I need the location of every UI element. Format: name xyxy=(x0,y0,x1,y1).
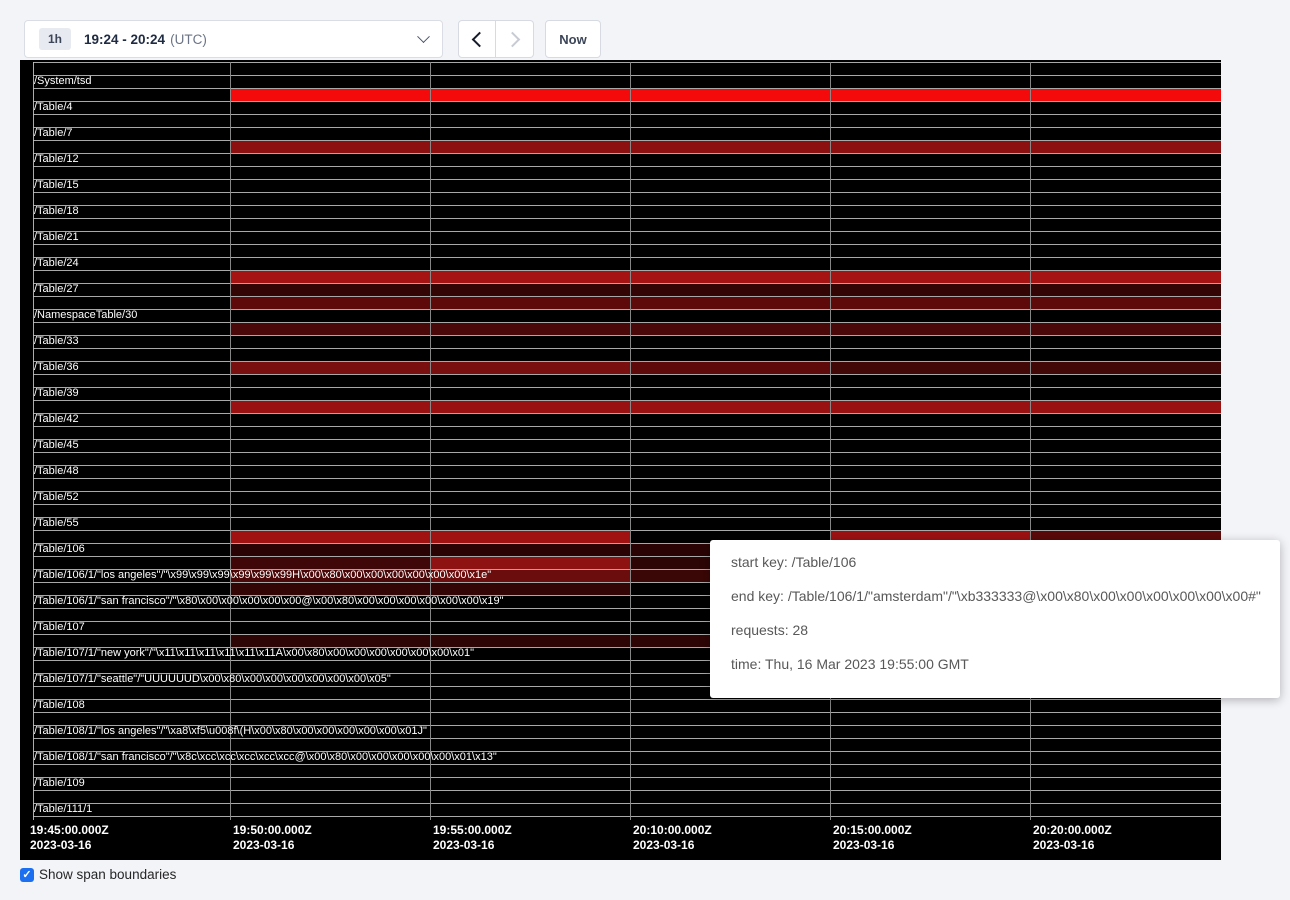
keyvis-row-label: /Table/106 xyxy=(34,543,85,556)
keyvis-row-label: /Table/42 xyxy=(34,413,79,426)
keyvis-row-label: /Table/12 xyxy=(34,153,79,166)
tooltip-requests: requests: 28 xyxy=(731,620,1266,641)
chevron-right-icon xyxy=(505,31,521,47)
chevron-left-icon xyxy=(471,31,487,47)
caret-down-icon xyxy=(417,30,430,43)
keyvis-row-label: /Table/107/1/"seattle"/"UUUUUUD\x00\x80\… xyxy=(34,673,391,686)
keyvis-axis-tick: 20:15:00.000Z2023-03-16 xyxy=(833,823,912,853)
keyvis-band xyxy=(230,323,1221,335)
keyvis-band xyxy=(430,557,630,569)
keyvis-tooltip: start key: /Table/106 end key: /Table/10… xyxy=(710,540,1280,698)
axis-tick-date: 2023-03-16 xyxy=(633,838,712,853)
keyvis-row-label: /Table/36 xyxy=(34,361,79,374)
keyvis-band xyxy=(230,401,1221,413)
axis-tick-time: 19:55:00.000Z xyxy=(433,823,512,838)
keyvis-time-gridline xyxy=(230,62,231,820)
keyvis-row-label: /Table/45 xyxy=(34,439,79,452)
axis-tick-date: 2023-03-16 xyxy=(1033,838,1112,853)
time-range-text: 19:24 - 20:24 xyxy=(84,32,165,47)
time-nav-group xyxy=(458,20,534,58)
tooltip-end-key: end key: /Table/106/1/"amsterdam"/"\xb33… xyxy=(731,586,1266,607)
keyvis-row-label: /Table/108/1/"san francisco"/"\x8c\xcc\x… xyxy=(34,751,497,764)
next-range-button[interactable] xyxy=(496,20,534,58)
time-range-selector[interactable]: 1h 19:24 - 20:24 (UTC) xyxy=(24,20,443,58)
keyvis-band xyxy=(230,271,1221,283)
tooltip-start-key: start key: /Table/106 xyxy=(731,552,1266,573)
keyvis-axis-tick: 19:55:00.000Z2023-03-16 xyxy=(433,823,512,853)
keyvis-time-gridline xyxy=(830,62,831,820)
keyvis-axis-tick: 19:45:00.000Z2023-03-16 xyxy=(30,823,109,853)
keyvis-row-label: /Table/4 xyxy=(34,101,73,114)
keyvis-row-label: /Table/15 xyxy=(34,179,79,192)
now-button[interactable]: Now xyxy=(545,20,601,58)
keyvis-axis-tick: 20:10:00.000Z2023-03-16 xyxy=(633,823,712,853)
axis-tick-time: 20:20:00.000Z xyxy=(1033,823,1112,838)
axis-tick-time: 20:15:00.000Z xyxy=(833,823,912,838)
keyvis-row-label: /Table/108 xyxy=(34,699,85,712)
checkmark-icon: ✓ xyxy=(22,868,31,882)
keyvis-band xyxy=(230,557,430,569)
keyvis-band xyxy=(830,362,1221,374)
axis-tick-time: 19:50:00.000Z xyxy=(233,823,312,838)
keyvis-row-label: /Table/24 xyxy=(34,257,79,270)
axis-tick-date: 2023-03-16 xyxy=(233,838,312,853)
keyvis-row-label: /Table/33 xyxy=(34,335,79,348)
keyvis-band xyxy=(230,89,1221,101)
keyvis-row-label: /Table/21 xyxy=(34,231,79,244)
keyvis-row-label: /Table/7 xyxy=(34,127,73,140)
axis-tick-date: 2023-03-16 xyxy=(833,838,912,853)
time-preset-badge: 1h xyxy=(39,28,71,50)
axis-tick-date: 2023-03-16 xyxy=(30,838,109,853)
keyvis-row-label: /Table/107/1/"new york"/"\x11\x11\x11\x1… xyxy=(34,647,474,660)
keyvis-row-label: /Table/106/1/"san francisco"/"\x80\x00\x… xyxy=(34,595,504,608)
keyvis-band xyxy=(230,284,1221,296)
axis-tick-time: 20:10:00.000Z xyxy=(633,823,712,838)
keyvis-time-gridline xyxy=(630,62,631,820)
keyvis-row-label: /Table/109 xyxy=(34,777,85,790)
keyvis-time-gridline xyxy=(430,62,431,820)
previous-range-button[interactable] xyxy=(458,20,496,58)
keyvis-row-label: /Table/108/1/"los angeles"/"\xa8\xf5\u00… xyxy=(34,725,427,738)
timezone-text: (UTC) xyxy=(170,32,207,47)
keyvis-row-label: /Table/27 xyxy=(34,283,79,296)
keyvis-band xyxy=(230,297,1221,309)
keyvis-row-label: /Table/106/1/"los angeles"/"\x99\x99\x99… xyxy=(34,569,491,582)
keyvis-row-label: /Table/111/1 xyxy=(34,803,92,816)
keyvis-row-label: /Table/55 xyxy=(34,517,79,530)
keyvis-axis-tick: 20:20:00.000Z2023-03-16 xyxy=(1033,823,1112,853)
axis-tick-date: 2023-03-16 xyxy=(433,838,512,853)
keyvis-band xyxy=(230,141,1221,153)
keyvis-band xyxy=(630,362,830,374)
tooltip-time: time: Thu, 16 Mar 2023 19:55:00 GMT xyxy=(731,654,1266,675)
keyvis-axis-tick: 19:50:00.000Z2023-03-16 xyxy=(233,823,312,853)
keyvis-time-gridline xyxy=(1030,62,1031,820)
keyvis-row-label: /NamespaceTable/30 xyxy=(34,309,137,322)
span-boundaries-label: Show span boundaries xyxy=(39,867,176,882)
keyvis-row-gridlines xyxy=(33,62,1221,817)
keyvis-row-label: /Table/39 xyxy=(34,387,79,400)
keyvis-row-label: /Table/107 xyxy=(34,621,85,634)
keyvis-row-label: /Table/18 xyxy=(34,205,79,218)
span-boundaries-row: ✓ Show span boundaries xyxy=(20,867,176,882)
span-boundaries-checkbox[interactable]: ✓ xyxy=(20,868,34,882)
keyvis-row-label: /Table/52 xyxy=(34,491,79,504)
keyvis-row-label: /Table/48 xyxy=(34,465,79,478)
keyvis-row-label: /System/tsd xyxy=(34,75,91,88)
axis-tick-time: 19:45:00.000Z xyxy=(30,823,109,838)
keyvis-canvas[interactable]: /System/tsd/Table/4/Table/7/Table/12/Tab… xyxy=(20,60,1221,860)
